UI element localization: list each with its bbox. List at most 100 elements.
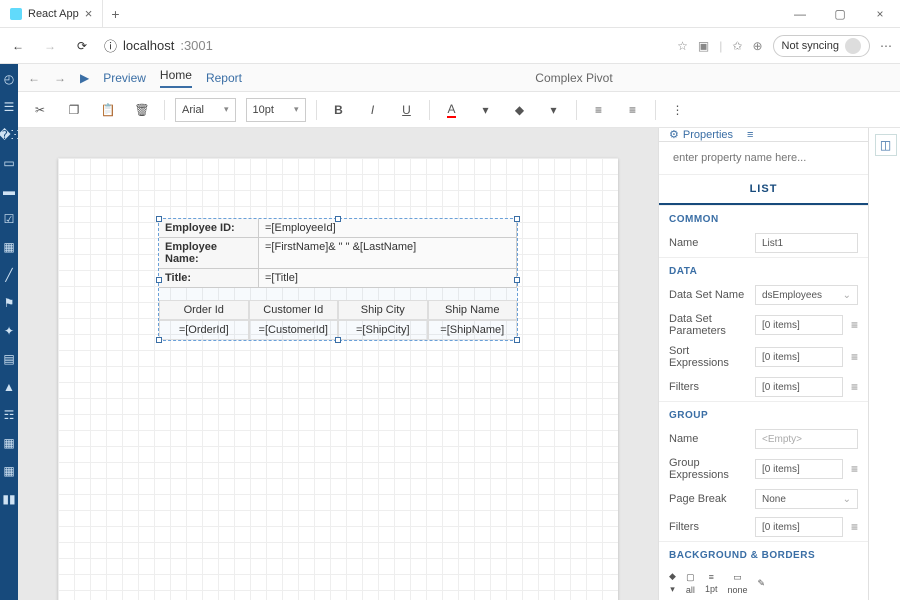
align-center-button[interactable]: ≡ [621,98,645,122]
pen-icon: ✎ [757,578,765,589]
tab-report[interactable]: Report [206,71,242,85]
refresh-button[interactable]: ⟳ [72,36,92,56]
prop-name-label: Name [669,237,747,249]
list-row[interactable]: Title: =[Title] [159,269,517,288]
list-icon[interactable]: ☶ [0,406,18,424]
pagebreak-select[interactable]: None [755,489,858,509]
url-host: localhost [123,38,174,53]
border-style[interactable]: ▭none [727,572,747,595]
border-all[interactable]: ▢all [686,572,695,595]
line-icon[interactable]: ╱ [0,266,18,284]
address-bar: ← → ⟳ ⓘ localhost:3001 ☆ ▣ | ✩ ⊕ Not syn… [0,28,900,64]
group-filters-field[interactable]: [0 items] [755,517,843,537]
doc-icon[interactable]: ▤ [0,350,18,368]
dataset-select[interactable]: dsEmployees [755,285,858,305]
forward-button[interactable]: → [40,36,60,56]
left-sidebar: ◴ ☰ �ⵘ ▭ ▬ ☑ ▦ ╱ ⚑ ✦ ▤ ▲ ☶ ▦ ▦ ▮▮ [0,64,18,600]
params-field[interactable]: [0 items] [755,315,843,335]
panel-toggle-icon[interactable]: ◫ [875,134,897,156]
group-expr-edit-icon[interactable]: ≡ [851,462,858,476]
undo-button[interactable]: ← [28,71,40,85]
cut-button[interactable]: ✂ [28,98,52,122]
paint-icon: ◆ [669,571,676,582]
filters-field[interactable]: [0 items] [755,377,843,397]
list-section-tab[interactable]: LIST [659,175,868,205]
tab-preview[interactable]: Preview [103,71,146,85]
collections-icon[interactable]: ⊕ [752,39,762,53]
font-select[interactable]: Arial▾ [175,98,236,122]
close-tab-icon[interactable]: × [85,6,93,21]
size-select[interactable]: 10pt▾ [246,98,306,122]
sub-table[interactable]: Order Id Customer Id Ship City Ship Name… [159,300,517,340]
border-weight[interactable]: ≡1pt [705,572,718,594]
hamburger-icon[interactable]: ☰ [0,98,18,116]
list-widget[interactable]: Employee ID: =[EmployeeId] Employee Name… [158,218,518,341]
group-expr-field[interactable]: [0 items] [755,459,843,479]
design-canvas[interactable]: Employee ID: =[EmployeeId] Employee Name… [18,128,658,600]
sync-pill[interactable]: Not syncing [773,35,870,57]
params-edit-icon[interactable]: ≡ [851,318,858,332]
grid-icon[interactable]: ▦ [0,238,18,256]
group-filters-edit-icon[interactable]: ≡ [851,520,858,534]
ribbon-tabs: ← → ▶ Preview Home Report Complex Pivot [18,64,900,92]
sparkle-icon[interactable]: ✦ [0,322,18,340]
italic-button[interactable]: I [361,98,385,122]
close-button[interactable]: × [860,0,900,28]
image-icon[interactable]: ▲ [0,378,18,396]
clock-icon[interactable]: ◴ [0,70,18,88]
react-icon [10,8,22,20]
properties-tab[interactable]: ⚙Properties [669,128,733,141]
back-button[interactable]: ← [8,36,28,56]
calendar-icon[interactable]: ▦ [0,434,18,452]
property-search[interactable] [659,142,868,175]
url-port: :3001 [180,38,213,53]
bold-button[interactable]: B [327,98,351,122]
site-info-icon[interactable]: ⓘ [104,36,117,55]
table-icon[interactable]: ▦ [0,462,18,480]
paste-button[interactable]: 📋 [96,98,120,122]
fill-button[interactable]: ◆ [508,98,532,122]
check-icon[interactable]: ☑ [0,210,18,228]
avatar-icon [845,38,861,54]
play-icon: ▶ [80,71,89,85]
new-tab-button[interactable]: + [103,6,127,22]
search-input[interactable] [669,148,858,168]
data-tab[interactable]: ≡ [747,129,753,141]
url-field[interactable]: ⓘ localhost :3001 [104,36,665,55]
copy-button[interactable]: ❐ [62,98,86,122]
font-color-button[interactable]: A [440,98,464,122]
maximize-button[interactable]: ▢ [820,0,860,28]
favorites-icon[interactable]: ✩ [732,39,742,53]
group-name-field[interactable]: <Empty> [755,429,858,449]
flag-icon[interactable]: ⚑ [0,294,18,312]
border-color[interactable]: ✎ [757,578,765,589]
chevron-down-icon[interactable]: ▾ [542,98,566,122]
fill-picker[interactable]: ◆▾ [669,571,676,595]
minimize-button[interactable]: — [780,0,820,28]
tab-home[interactable]: Home [160,68,192,88]
underline-button[interactable]: U [395,98,419,122]
tab-title: React App [28,8,79,20]
filters-edit-icon[interactable]: ≡ [851,380,858,394]
rect-icon[interactable]: ▬ [0,182,18,200]
star-icon[interactable]: ☆ [677,39,688,53]
redo-button[interactable]: → [54,71,66,85]
more-button[interactable]: ⋮ [666,98,690,122]
list-row[interactable]: Employee Name: =[FirstName]& " " &[LastN… [159,238,517,269]
chevron-down-icon[interactable]: ▾ [474,98,498,122]
formatting-toolbar: ✂ ❐ 📋 🗑 Arial▾ 10pt▾ B I U A ▾ ◆ ▾ ≡ ≡ ⋮ [18,92,900,128]
menu-button[interactable]: ⋯ [880,39,892,53]
report-page[interactable]: Employee ID: =[EmployeeId] Employee Name… [58,158,618,600]
delete-button[interactable]: 🗑 [130,98,154,122]
browser-tab[interactable]: React App × [0,0,103,27]
properties-panel: ⚙Properties ≡ LIST COMMON Name List1 DAT… [658,128,868,600]
sort-field[interactable]: [0 items] [755,347,843,367]
chart-icon[interactable]: ▮▮ [0,490,18,508]
sort-edit-icon[interactable]: ≡ [851,350,858,364]
align-left-button[interactable]: ≡ [587,98,611,122]
crop-icon[interactable]: ▣ [698,39,709,53]
tree-icon[interactable]: �ⵘ [0,126,18,144]
container-icon[interactable]: ▭ [0,154,18,172]
prop-name-field[interactable]: List1 [755,233,858,253]
section-data: DATA [659,257,868,281]
